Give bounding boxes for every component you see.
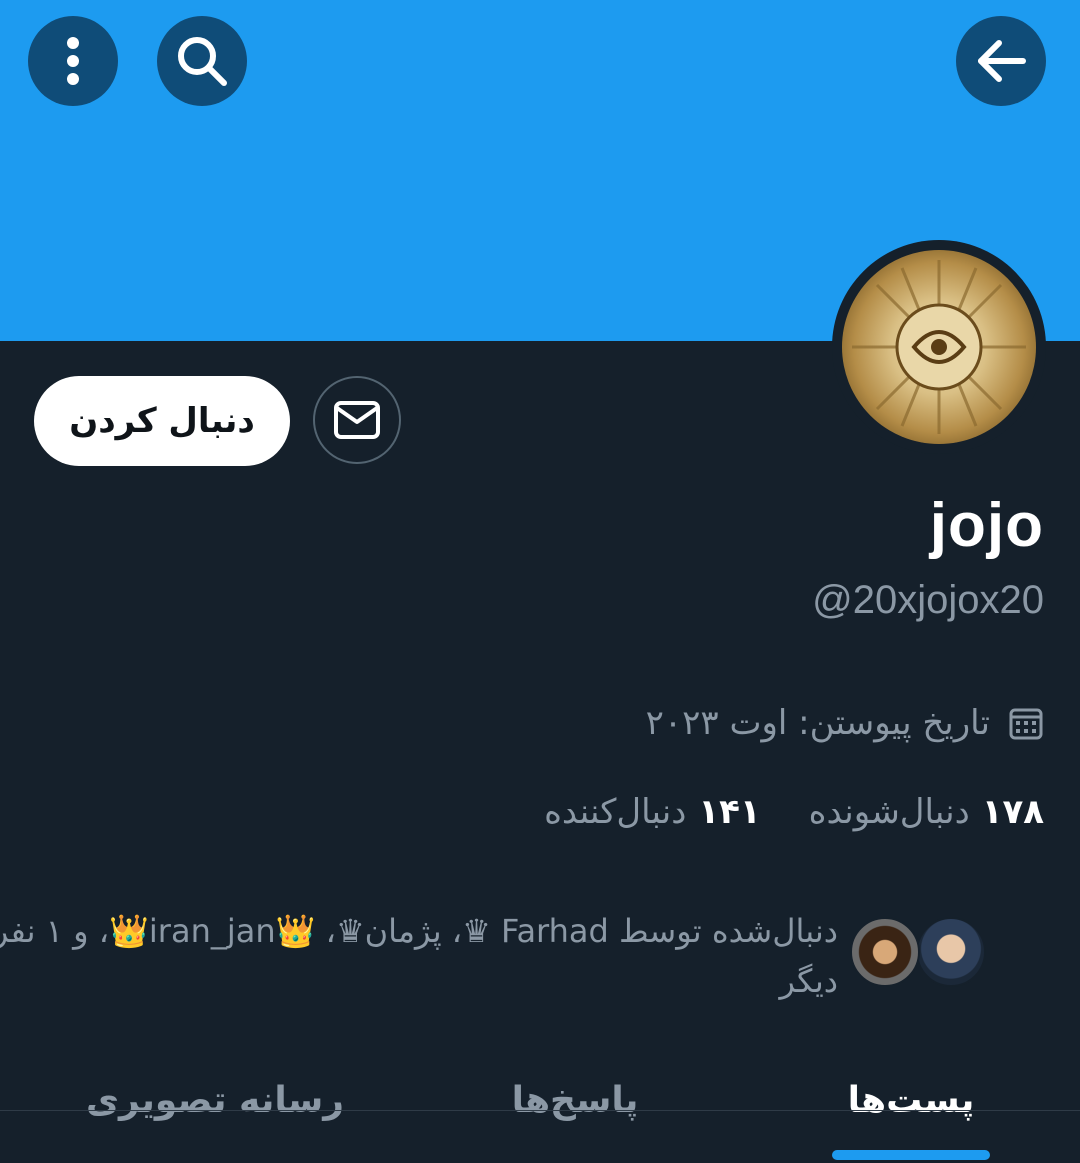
calendar-icon [1009,708,1043,740]
followed-by-text[interactable]: دنبال‌شده توسط Farhad ♛، پژمان♛، 👑iran_j… [0,906,838,956]
followers-count: ۱۴۱ [698,792,761,832]
follow-button[interactable]: دنبال کردن [34,376,290,466]
following-link[interactable]: ۱۷۸ دنبال‌شونده [809,792,1044,832]
tab-posts[interactable]: پست‌ها [800,1050,1022,1150]
following-count: ۱۷۸ [981,792,1044,832]
followers-label: دنبال‌کننده [544,792,687,832]
avatar-coin-image [852,260,1026,434]
follow-stats: ۱۷۸ دنبال‌شونده ۱۴۱ دنبال‌کننده [544,792,1044,832]
followers-link[interactable]: ۱۴۱ دنبال‌کننده [544,792,761,832]
followed-by-text-continued[interactable]: دیگر [780,956,838,1006]
following-label: دنبال‌شونده [808,792,970,832]
joined-date-row: تاریخ پیوستن: اوت ۲۰۲۳ [646,698,1044,748]
follower-avatar-1[interactable] [916,917,986,987]
tab-media[interactable]: رسانه تصویری [60,1050,370,1150]
more-vertical-icon [67,37,79,85]
tab-replies[interactable]: پاسخ‌ها [460,1050,690,1150]
user-handle: @20xjojox20 [812,578,1044,622]
mail-icon [334,401,380,439]
profile-tabs: پست‌ها پاسخ‌ها رسانه تصویری [0,1050,1080,1163]
display-name: jojo [929,491,1044,560]
avatar-frame [832,240,1046,454]
back-button[interactable] [956,16,1046,106]
joined-date-text: تاریخ پیوستن: اوت ۲۰۲۳ [645,703,990,743]
more-button[interactable] [28,16,118,106]
follower-avatar-2[interactable] [850,917,920,987]
search-icon [178,37,227,86]
message-button[interactable] [313,376,401,464]
avatar[interactable] [842,250,1036,444]
tabs-divider [0,1110,1080,1111]
active-tab-indicator [832,1150,990,1160]
arrow-left-icon [978,40,1026,82]
search-button[interactable] [157,16,247,106]
